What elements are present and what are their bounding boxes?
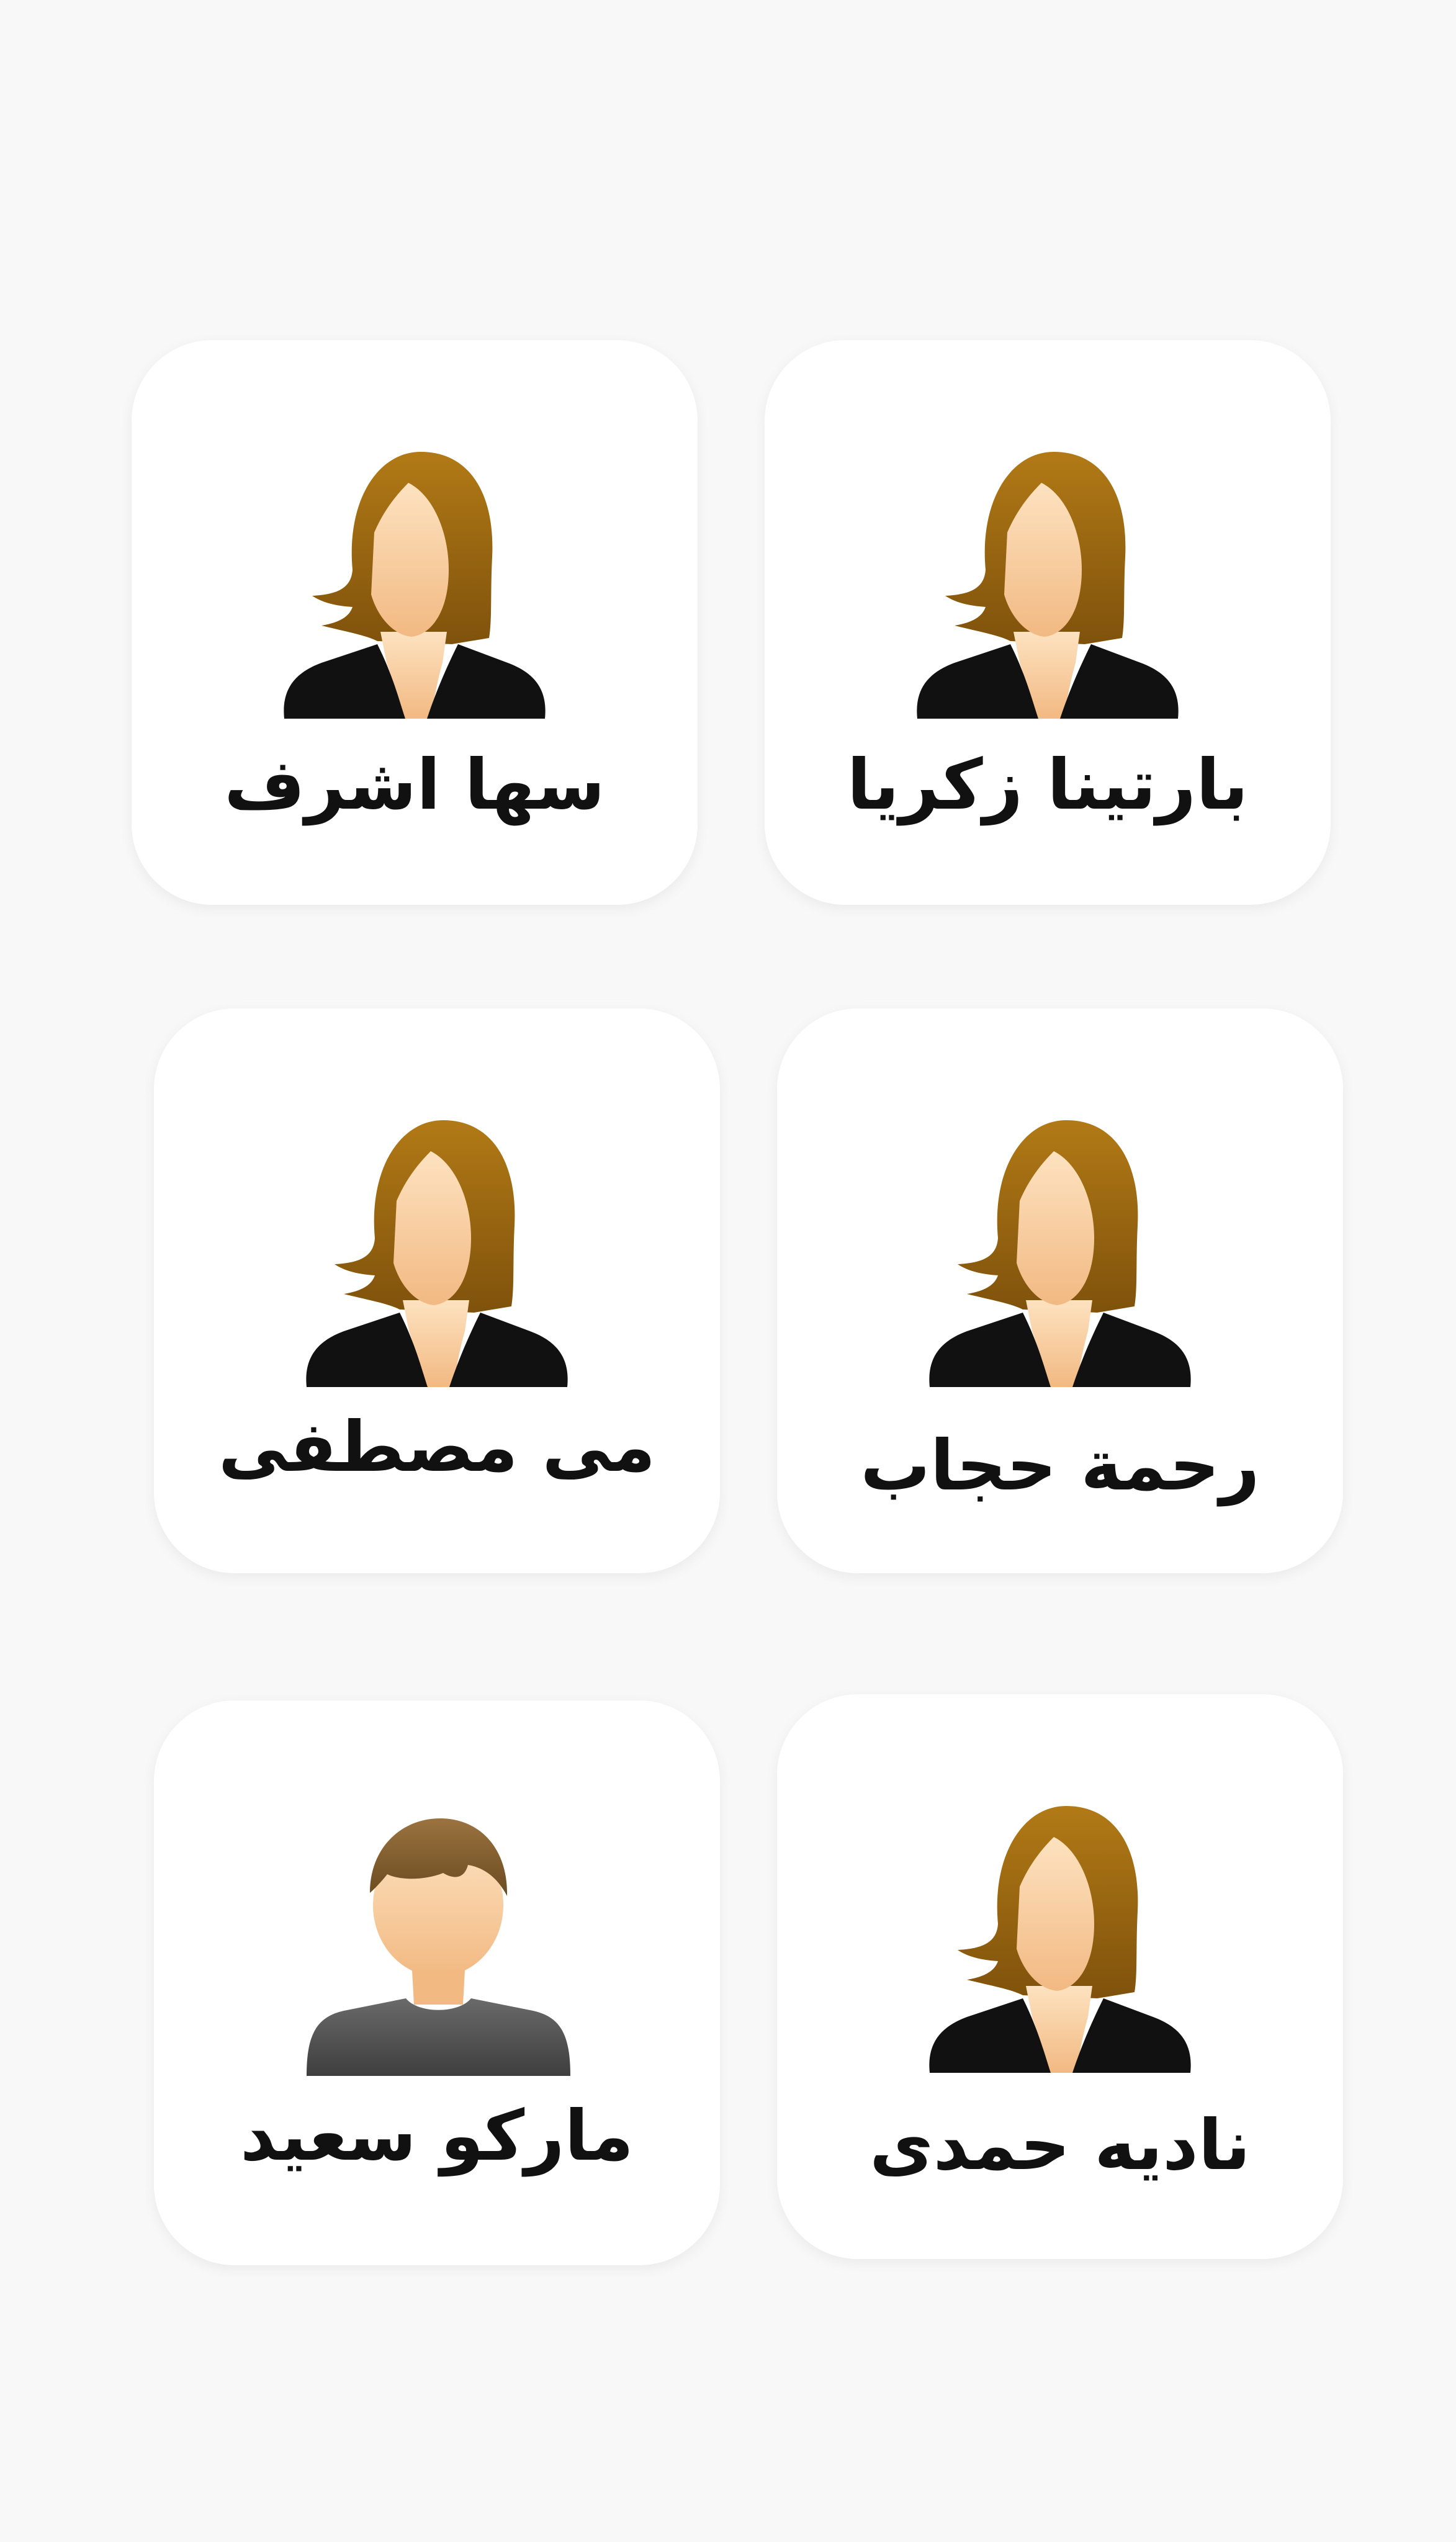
contact-card-5[interactable]: ناديه حمدى (777, 1694, 1343, 2259)
female-avatar-icon (300, 1108, 573, 1387)
contact-name: سها اشرف (224, 745, 605, 825)
female-avatar-icon (911, 439, 1184, 719)
contact-card-2[interactable]: سها اشرف (132, 340, 698, 905)
male-avatar-icon (300, 1800, 573, 2079)
contact-name: ماركو سعيد (240, 2096, 634, 2176)
contact-card-1[interactable]: بارتينا زكريا (765, 340, 1331, 905)
contact-name: رحمة حجاب (860, 1426, 1260, 1506)
contact-name: بارتينا زكريا (847, 745, 1249, 825)
female-avatar-icon (923, 1794, 1197, 2073)
female-avatar-icon (278, 439, 551, 719)
contact-card-6[interactable]: ماركو سعيد (154, 1700, 720, 2265)
contact-name: ناديه حمدى (870, 2105, 1251, 2186)
contact-name: مى مصطفى (218, 1407, 656, 1488)
female-avatar-icon (923, 1108, 1197, 1387)
contact-card-3[interactable]: رحمة حجاب (777, 1008, 1343, 1573)
contact-card-4[interactable]: مى مصطفى (154, 1008, 720, 1573)
